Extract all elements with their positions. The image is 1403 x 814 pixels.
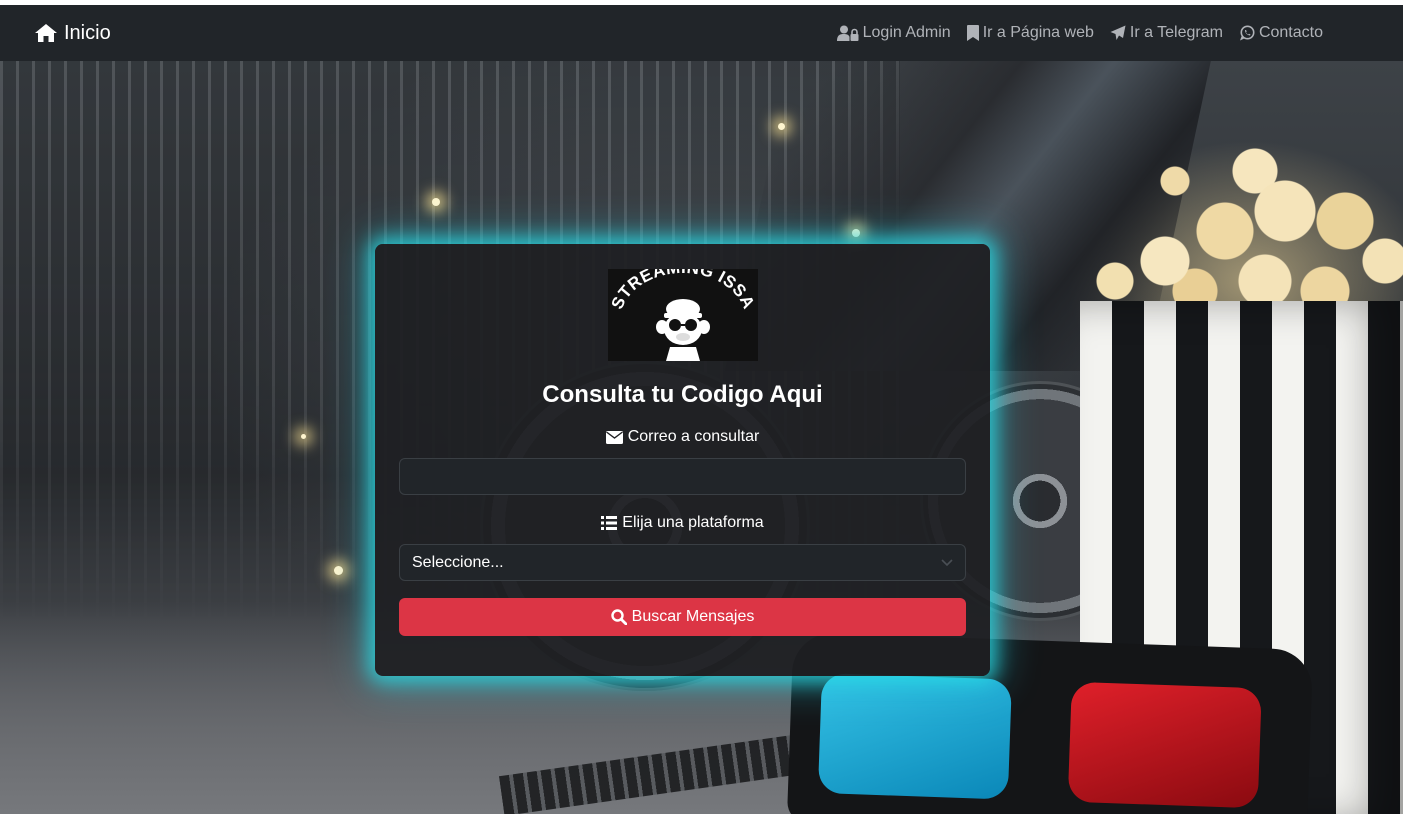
streaming-issa-logo: STREAMING ISSA (608, 269, 758, 361)
email-input[interactable] (399, 458, 966, 495)
nav-login-admin-label: Login Admin (862, 24, 951, 41)
sparkle (432, 198, 440, 206)
email-label-text: Correo a consultar (627, 428, 760, 445)
user-lock-icon (836, 25, 859, 41)
nav-contacto-label: Contacto (1258, 24, 1323, 41)
platform-select-value: Seleccione... (412, 553, 504, 571)
sparkle (852, 229, 860, 237)
sparkle (778, 123, 785, 130)
nav-links: Login Admin Ir a Página web Ir a Telegra… (821, 24, 1323, 42)
card-title: Consulta tu Codigo Aqui (542, 381, 823, 408)
platform-select[interactable]: Seleccione... (399, 544, 966, 581)
nav-login-admin[interactable]: Login Admin (836, 24, 951, 42)
nav-pagina-web-label: Ir a Página web (982, 24, 1094, 41)
envelope-icon (605, 430, 623, 444)
list-icon (601, 516, 618, 530)
home-icon (35, 24, 57, 42)
brand-label: Inicio (64, 21, 111, 44)
nav-pagina-web[interactable]: Ir a Página web (966, 24, 1094, 42)
home-brand-link[interactable]: Inicio (34, 22, 111, 45)
paper-plane-icon (1110, 25, 1126, 40)
platform-label: Elija una plataforma (375, 514, 990, 532)
search-icon (610, 609, 627, 625)
sparkle (301, 434, 306, 439)
email-label: Correo a consultar (375, 428, 990, 446)
platform-label-text: Elija una plataforma (622, 514, 764, 531)
search-messages-button[interactable]: Buscar Mensajes (399, 598, 966, 636)
red-lens (1067, 681, 1262, 809)
popcorn (1085, 111, 1403, 321)
chevron-down-icon (941, 558, 953, 566)
query-card: STREAMING ISSA Consulta tu Codigo Aqui C… (375, 244, 990, 676)
nav-contacto[interactable]: Contacto (1239, 24, 1323, 42)
nav-telegram-label: Ir a Telegram (1129, 24, 1223, 41)
top-navbar: Inicio Login Admin Ir a Página web Ir a … (0, 5, 1403, 61)
sparkle (334, 566, 343, 575)
search-button-label: Buscar Mensajes (631, 608, 755, 625)
nav-telegram[interactable]: Ir a Telegram (1110, 24, 1223, 42)
blue-lens (817, 673, 1012, 800)
bookmark-icon (966, 25, 979, 41)
whatsapp-icon (1239, 25, 1255, 41)
